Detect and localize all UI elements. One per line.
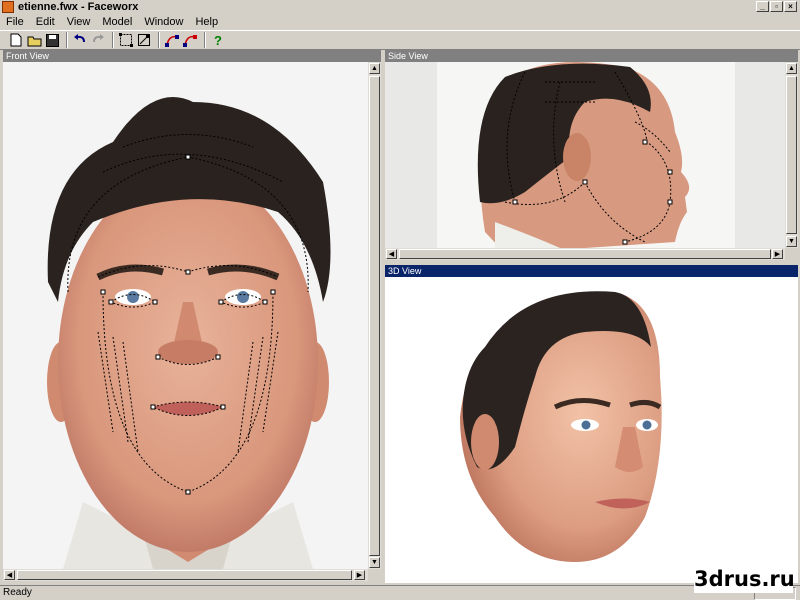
- toolbar: ?: [0, 30, 800, 50]
- title-bar[interactable]: etienne.fwx - Faceworx _ ▫ ×: [0, 0, 800, 14]
- select-icon[interactable]: [118, 32, 134, 48]
- svg-text:?: ?: [214, 33, 222, 47]
- menu-window[interactable]: Window: [138, 14, 189, 30]
- app-icon[interactable]: [2, 1, 14, 13]
- side-view-vertical-scrollbar[interactable]: ▲ ▼: [785, 62, 798, 248]
- close-button[interactable]: ×: [784, 1, 797, 12]
- menu-edit[interactable]: Edit: [30, 14, 61, 30]
- front-view-vertical-scrollbar[interactable]: ▲ ▼: [368, 62, 381, 569]
- front-view-horizontal-scrollbar[interactable]: ◀ ▶: [3, 569, 368, 581]
- window-controls: _ ▫ ×: [756, 1, 797, 12]
- status-text: Ready: [3, 587, 32, 598]
- scroll-thumb[interactable]: [399, 249, 771, 259]
- toolbar-separator: [158, 32, 160, 48]
- front-view-canvas[interactable]: [3, 62, 368, 569]
- front-view-header[interactable]: Front View: [3, 50, 381, 62]
- menu-model[interactable]: Model: [96, 14, 138, 30]
- window-title: etienne.fwx - Faceworx: [18, 1, 139, 13]
- menu-view[interactable]: View: [61, 14, 97, 30]
- scroll-right-icon[interactable]: ▶: [772, 249, 783, 259]
- new-icon[interactable]: [8, 32, 24, 48]
- curve-edit-icon[interactable]: [182, 32, 198, 48]
- scroll-thumb[interactable]: [369, 76, 380, 556]
- menu-help[interactable]: Help: [189, 14, 224, 30]
- scroll-left-icon[interactable]: ◀: [4, 570, 15, 580]
- scroll-right-icon[interactable]: ▶: [354, 570, 365, 580]
- minimize-button[interactable]: _: [756, 1, 769, 12]
- watermark-label: 3drus.ru: [694, 565, 795, 593]
- scroll-thumb[interactable]: [786, 76, 797, 234]
- side-view-image: [437, 62, 735, 248]
- side-view-header[interactable]: Side View: [385, 50, 798, 62]
- redo-icon[interactable]: [90, 32, 106, 48]
- menu-bar: File Edit View Model Window Help: [0, 14, 800, 30]
- toolbar-separator: [112, 32, 114, 48]
- side-view-canvas[interactable]: [385, 62, 785, 248]
- 3d-view-header[interactable]: 3D View: [385, 265, 798, 277]
- scroll-down-icon[interactable]: ▼: [786, 236, 797, 247]
- side-view-horizontal-scrollbar[interactable]: ◀ ▶: [385, 248, 785, 260]
- undo-icon[interactable]: [72, 32, 88, 48]
- move-points-icon[interactable]: [136, 32, 152, 48]
- restore-button[interactable]: ▫: [770, 1, 783, 12]
- save-icon[interactable]: [44, 32, 60, 48]
- status-bar: Ready: [0, 585, 800, 600]
- scroll-up-icon[interactable]: ▲: [786, 63, 797, 74]
- scroll-down-icon[interactable]: ▼: [369, 557, 380, 568]
- menu-file[interactable]: File: [0, 14, 30, 30]
- scroll-left-icon[interactable]: ◀: [386, 249, 397, 259]
- toolbar-separator: [66, 32, 68, 48]
- front-view-image: [3, 62, 368, 569]
- help-icon[interactable]: ?: [210, 32, 226, 48]
- 3d-view-canvas[interactable]: [385, 277, 798, 583]
- 3d-head-model: [460, 291, 662, 562]
- toolbar-separator: [204, 32, 206, 48]
- open-icon[interactable]: [26, 32, 42, 48]
- curve-add-icon[interactable]: [164, 32, 180, 48]
- scroll-up-icon[interactable]: ▲: [369, 63, 380, 74]
- scroll-thumb[interactable]: [17, 570, 352, 580]
